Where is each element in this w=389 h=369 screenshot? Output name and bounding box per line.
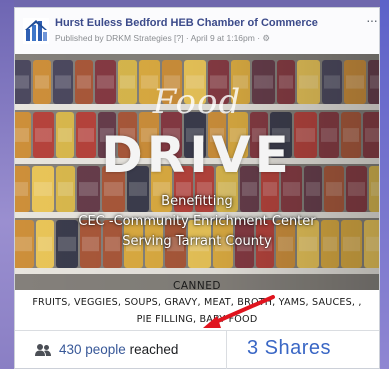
post-stats-bar: 430 people reached 3 Shares [15, 330, 379, 369]
reach-stat: 430 people reached [15, 331, 227, 369]
flyer-beneficiary: CEC -Community Enrichment Center [78, 214, 316, 229]
background-edge-left [0, 0, 14, 369]
post-header: Hurst Euless Bedford HEB Chamber of Comm… [15, 8, 379, 54]
background-edge-right [380, 0, 389, 369]
flyer-title-script: Food [152, 82, 242, 122]
post-meta: Published by DRKM Strategies [?] · April… [55, 33, 271, 43]
reach-label: reached [125, 342, 179, 357]
reach-text[interactable]: 430 people reached [59, 342, 178, 357]
flyer-items-line1: FRUITS, VEGGIES, SOUPS, GRAVY, MEAT, BRO… [32, 297, 362, 308]
chamber-logo-icon[interactable] [23, 18, 49, 44]
page-name-link[interactable]: Hurst Euless Bedford HEB Chamber of Comm… [55, 17, 318, 29]
flyer-benefitting: Benefitting [161, 194, 233, 209]
flyer-items-line2: PIE FILLING, BABY FOOD [136, 314, 258, 325]
shares-count[interactable]: 3 Shares [247, 337, 331, 360]
reach-count-link[interactable]: 430 people [59, 342, 126, 357]
flyer-title-main: DRIVE [101, 126, 293, 184]
facebook-post: Hurst Euless Bedford HEB Chamber of Comm… [14, 7, 380, 369]
flyer-serving: Serving Tarrant County [122, 234, 272, 249]
flyer-canned-heading: CANNED [173, 280, 221, 292]
more-options-icon[interactable]: ··· [366, 12, 378, 28]
people-icon [35, 344, 51, 356]
post-image[interactable]: Food DRIVE Benefitting CEC -Community En… [15, 54, 379, 330]
